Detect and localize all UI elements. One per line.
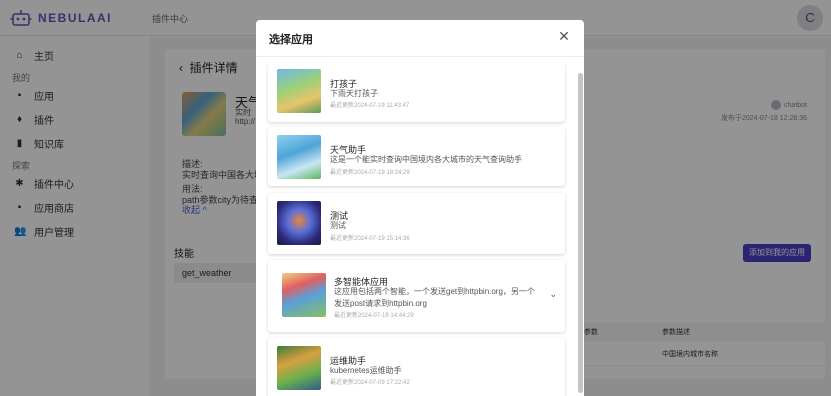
select-app-modal: 选择应用 ✕ 打孩子 下雨天打孩子 最近更新2024-07-19 11:43:4… <box>256 20 584 396</box>
app-description: 这是一个能实时查询中国境内各大城市的天气查询助手 <box>330 155 522 164</box>
modal-scrollbar[interactable] <box>578 57 583 396</box>
app-list-item[interactable]: 测试 测试 最近更新2024-07-19 15:14:36 <box>268 193 565 254</box>
app-description: 测试 <box>330 221 346 230</box>
app-updated-time: 最近更新2024-07-19 14:44:29 <box>334 313 414 319</box>
app-updated-time: 最近更新2024-07-19 11:43:47 <box>330 103 410 109</box>
scrollbar-thumb[interactable] <box>578 73 583 393</box>
app-thumbnail <box>277 135 321 179</box>
app-description: kubernetes运维助手 <box>330 366 402 375</box>
app-thumbnail <box>277 201 321 245</box>
close-icon[interactable]: ✕ <box>557 28 571 44</box>
app-list-item[interactable]: 天气助手 这是一个能实时查询中国境内各大城市的天气查询助手 最近更新2024-0… <box>268 127 565 186</box>
app-list-item[interactable]: 打孩子 下雨天打孩子 最近更新2024-07-19 11:43:47 <box>268 63 565 122</box>
app-thumbnail <box>282 273 326 317</box>
app-updated-time: 最近更新2024-07-19 15:14:36 <box>330 236 410 242</box>
app-description: 下雨天打孩子 <box>330 89 378 98</box>
chevron-down-icon[interactable]: ⌄ <box>549 289 557 300</box>
app-thumbnail <box>277 69 321 113</box>
modal-divider <box>256 56 584 57</box>
app-updated-time: 最近更新2024-07-09 17:22:42 <box>330 380 410 386</box>
app-list-item[interactable]: 运维助手 kubernetes运维助手 最近更新2024-07-09 17:22… <box>268 338 565 396</box>
app-list-item[interactable]: 多智能体应用 这应用包括两个智能，一个发送get到httpbin.org，另一个… <box>268 260 565 332</box>
app-updated-time: 最近更新2024-07-19 18:24:29 <box>330 170 410 176</box>
app-description: 这应用包括两个智能，一个发送get到httpbin.org，另一个发送post请… <box>334 287 535 308</box>
modal-title: 选择应用 <box>269 34 313 46</box>
app-thumbnail <box>277 346 321 390</box>
